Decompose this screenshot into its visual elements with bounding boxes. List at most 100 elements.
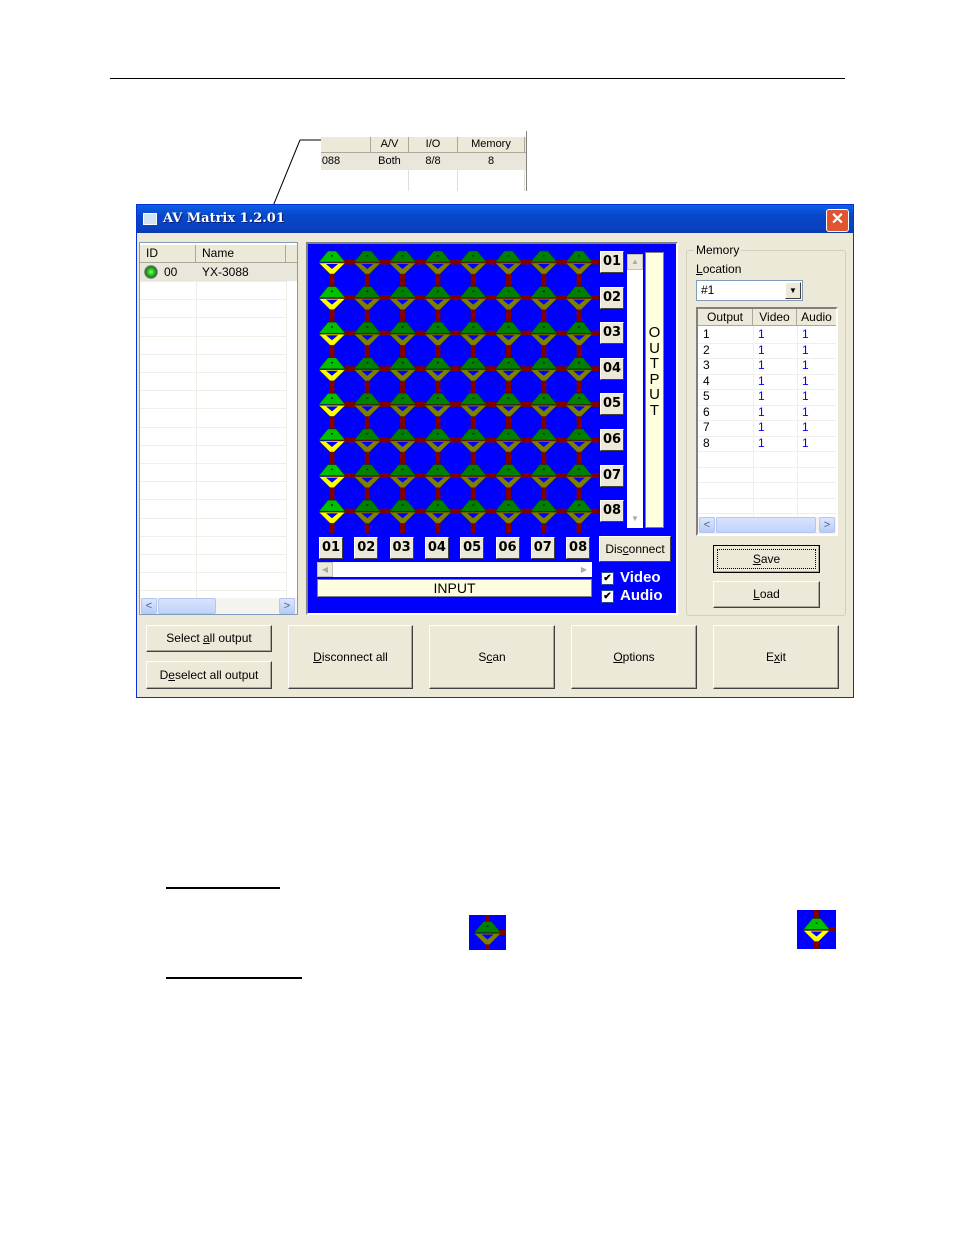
input-button-05[interactable]: 05 — [460, 537, 485, 559]
save-button[interactable]: Save — [713, 545, 820, 573]
memory-output: 1 — [703, 327, 710, 341]
memory-row[interactable]: 4 1 1 — [698, 373, 836, 390]
grid-line — [140, 481, 286, 483]
scroll-left-button[interactable]: < — [141, 598, 157, 614]
memory-video: 1 — [758, 327, 765, 341]
memory-row[interactable]: 2 1 1 — [698, 342, 836, 359]
output-scrollbar[interactable]: ▲ ▼ — [627, 254, 643, 528]
device-row[interactable]: 00 YX-3088 — [140, 263, 297, 281]
disconnect-all-button[interactable]: Disconnect all — [288, 625, 413, 689]
audio-label: Audio — [620, 587, 663, 604]
title-bar[interactable]: AV Matrix 1.2.01 ✕ — [137, 205, 853, 233]
checkmark-icon: ✔ — [601, 571, 614, 585]
memory-row[interactable] — [698, 498, 836, 514]
grid-line — [140, 590, 286, 592]
exit-button[interactable]: Exit — [713, 625, 839, 689]
memory-hscrollbar[interactable]: < > — [698, 517, 836, 534]
grid-line — [140, 463, 286, 464]
input-button-02[interactable]: 02 — [354, 537, 379, 559]
video-checkbox[interactable]: ✔ Video — [601, 569, 671, 586]
memory-row[interactable]: 1 1 1 — [698, 327, 836, 344]
window-title: AV Matrix 1.2.01 — [163, 211, 285, 226]
device-id: 00 — [164, 265, 178, 279]
input-button-03[interactable]: 03 — [389, 537, 414, 559]
load-button[interactable]: Load — [713, 581, 820, 608]
grid-line — [140, 499, 286, 501]
select-all-output-button[interactable]: Select all output — [146, 625, 272, 652]
video-label: Video — [620, 569, 661, 586]
input-button-04[interactable]: 04 — [424, 537, 449, 559]
scroll-down-button[interactable]: ▼ — [627, 512, 643, 528]
memory-row[interactable] — [698, 467, 836, 483]
col-audio[interactable]: Audio — [797, 309, 836, 326]
scroll-right-button[interactable]: > — [819, 517, 835, 533]
memory-row[interactable] — [698, 451, 836, 468]
output-button-05[interactable]: 05 — [600, 393, 624, 416]
memory-output: 3 — [703, 358, 710, 372]
scroll-left-button[interactable]: < — [699, 517, 715, 533]
output-button-07[interactable]: 07 — [600, 464, 624, 487]
memory-table[interactable]: Output Video Audio 111211311411511611711… — [696, 307, 838, 536]
memory-row[interactable]: 6 1 1 — [698, 404, 836, 421]
device-list-hscrollbar[interactable]: < > — [140, 598, 297, 614]
chevron-down-icon[interactable]: ▼ — [785, 282, 801, 299]
callout-cell-memory: 8 — [487, 155, 495, 167]
memory-row[interactable]: 3 1 1 — [698, 358, 836, 375]
scroll-left-button[interactable]: ◀ — [317, 562, 333, 577]
memory-video: 1 — [758, 435, 765, 450]
memory-video: 1 — [758, 358, 765, 372]
memory-audio: 1 — [802, 435, 809, 450]
scroll-up-button[interactable]: ▲ — [627, 254, 643, 270]
output-button-08[interactable]: 08 — [600, 500, 624, 523]
output-button-01[interactable]: 01 — [600, 251, 624, 273]
input-button-08[interactable]: 08 — [566, 537, 591, 559]
input-button-01[interactable]: 01 — [319, 537, 343, 559]
memory-output: 5 — [703, 389, 710, 403]
location-label: Location — [696, 262, 742, 276]
options-button[interactable]: Options — [571, 625, 697, 689]
memory-output: 6 — [703, 404, 710, 419]
output-button-02[interactable]: 02 — [600, 286, 624, 309]
grid-line — [524, 170, 525, 191]
input-scrollbar[interactable]: ◀ ▶ — [317, 562, 592, 577]
scroll-right-button[interactable]: ▶ — [576, 562, 592, 577]
input-button-06[interactable]: 06 — [495, 537, 520, 559]
col-video[interactable]: Video — [753, 309, 797, 326]
col-output[interactable]: Output — [698, 309, 753, 326]
grid-line — [140, 517, 286, 519]
device-name: YX-3088 — [202, 265, 249, 279]
output-button-03[interactable]: 03 — [600, 322, 624, 345]
memory-row[interactable]: 5 1 1 — [698, 389, 836, 406]
output-button-04[interactable]: 04 — [600, 357, 624, 380]
section-heading-underline — [166, 977, 302, 979]
memory-output: 8 — [703, 435, 710, 450]
memory-row[interactable]: 8 1 1 — [698, 435, 836, 452]
memory-row[interactable]: 7 1 1 — [698, 420, 836, 437]
deselect-all-output-button[interactable]: Deselect all output — [146, 661, 272, 689]
device-list-header: ID Name — [140, 245, 297, 263]
device-list[interactable]: ID Name 00 YX-3088 < > — [139, 242, 298, 615]
disconnect-button[interactable]: Disconnect — [599, 536, 671, 562]
close-button[interactable]: ✕ — [826, 209, 849, 232]
memory-output: 7 — [703, 420, 710, 434]
location-value: #1 — [701, 283, 715, 297]
col-name[interactable]: Name — [196, 245, 286, 262]
memory-row[interactable] — [698, 482, 836, 499]
memory-output: 2 — [703, 342, 710, 357]
audio-checkbox[interactable]: ✔ Audio — [601, 587, 671, 604]
input-button-07[interactable]: 07 — [530, 537, 555, 559]
scroll-right-button[interactable]: > — [279, 598, 295, 614]
location-select[interactable]: #1 ▼ — [696, 280, 803, 301]
scan-button[interactable]: Scan — [429, 625, 555, 689]
callout-row: 088 Both 8/8 8 — [321, 153, 526, 170]
memory-output: 4 — [703, 373, 710, 388]
grid-line — [140, 390, 286, 392]
col-id[interactable]: ID — [140, 245, 196, 262]
green-led-icon — [144, 265, 158, 279]
output-button-06[interactable]: 06 — [600, 429, 624, 451]
scroll-thumb[interactable] — [158, 598, 216, 614]
grid-line — [196, 281, 197, 598]
scroll-thumb[interactable] — [716, 517, 816, 533]
av-matrix-window: AV Matrix 1.2.01 ✕ ID Name 00 YX-3088 < … — [136, 204, 854, 698]
memory-audio: 1 — [802, 327, 809, 341]
